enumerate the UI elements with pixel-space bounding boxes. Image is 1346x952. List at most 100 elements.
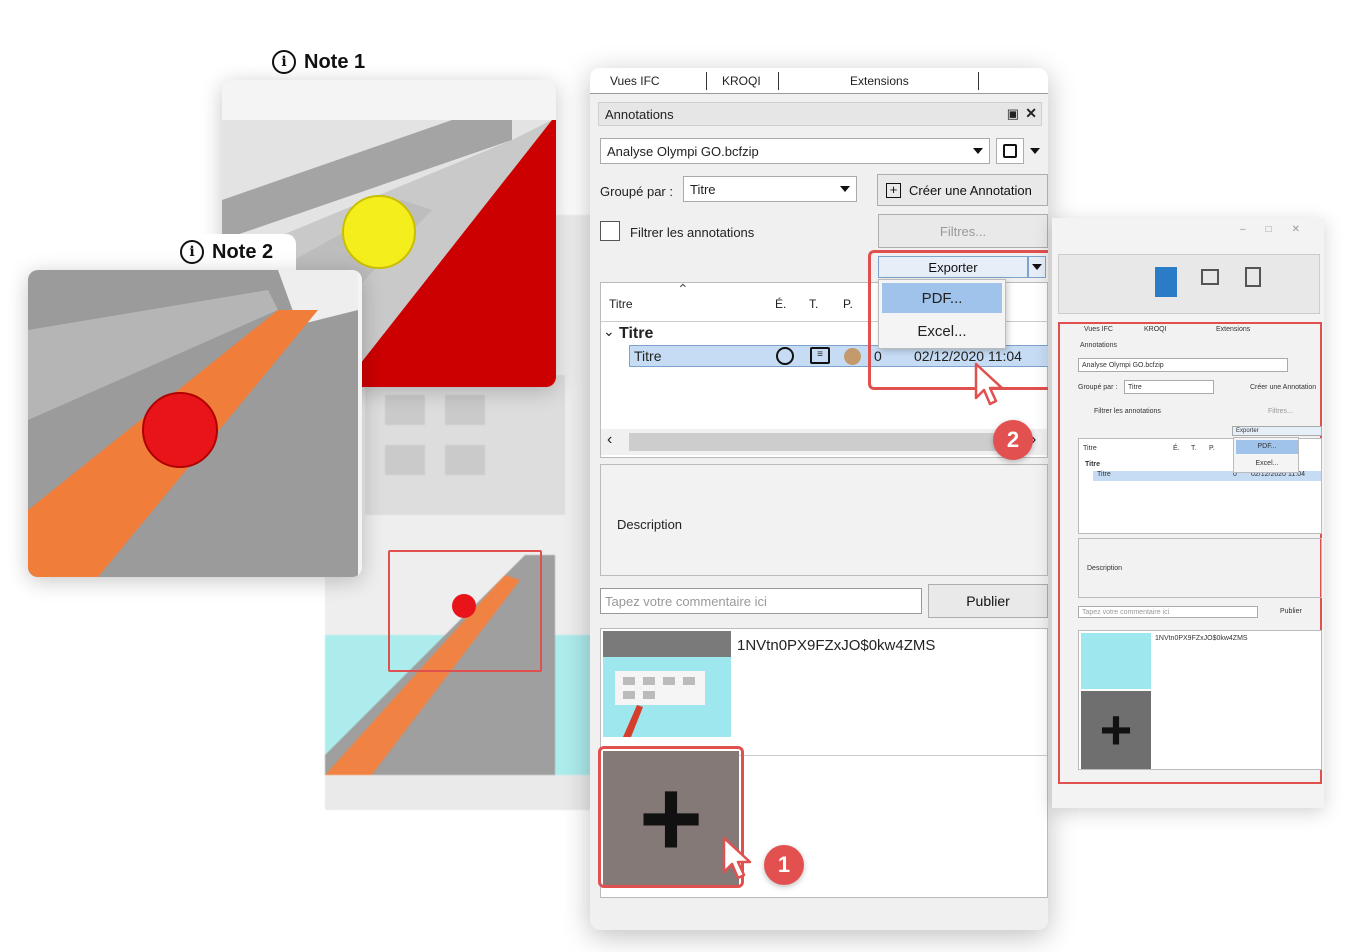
group-by-select[interactable]: Titre <box>683 176 857 202</box>
mini-row-title: Titre <box>1097 471 1111 478</box>
mini-export-pdf-label: PDF... <box>1257 443 1277 450</box>
mini-column-etat: É. <box>1173 445 1180 452</box>
mini-ribbon-icon <box>1201 269 1219 285</box>
focus-marker <box>452 594 476 618</box>
mini-export-pdf: PDF... <box>1236 440 1298 454</box>
mini-panel-title: Annotations <box>1080 342 1117 349</box>
snapshot-id: 1NVtn0PX9FZxJO$0kw4ZMS <box>737 637 936 654</box>
description-label: Description <box>617 517 683 532</box>
mini-window-controls: –□✕ <box>1240 224 1320 235</box>
horizontal-scrollbar[interactable]: ‹ › <box>601 429 1047 455</box>
note-1-label: Note 1 <box>304 50 366 73</box>
sort-indicator-icon: ⌃ <box>677 281 689 297</box>
column-header-etat[interactable]: É. <box>775 297 786 311</box>
mini-group-by-value: Titre <box>1128 383 1142 391</box>
mini-snapshot-id: 1NVtn0PX9FZxJO$0kw4ZMS <box>1155 635 1248 642</box>
mini-group-by-label: Groupé par : <box>1078 384 1118 391</box>
create-annotation-button[interactable]: + Créer une Annotation <box>877 174 1048 206</box>
scroll-left-icon[interactable]: ‹ <box>607 431 612 449</box>
info-icon: i <box>180 240 204 264</box>
mini-column-titre: Titre <box>1083 445 1097 452</box>
save-button[interactable] <box>996 138 1024 164</box>
group-row-label: Titre <box>619 325 654 342</box>
mini-create-annotation: Créer une Annotation <box>1250 384 1317 391</box>
mini-tab-vues-ifc: Vues IFC <box>1084 326 1113 333</box>
tab-separator <box>706 72 707 90</box>
mini-snapshot-thumbnail <box>1081 633 1151 689</box>
mini-export-excel-label: Excel... <box>1255 460 1279 467</box>
mini-bcf-file-select: Analyse Olympi GO.bcfzip <box>1078 358 1288 372</box>
panel-title: Annotations <box>605 106 674 122</box>
note-2-card[interactable] <box>28 270 362 577</box>
group-expand-icon[interactable]: ⌄ <box>603 323 615 340</box>
publish-button[interactable]: Publier <box>928 584 1048 618</box>
note-1-tab[interactable]: i Note 1 <box>258 44 388 80</box>
mini-group-row: Titre <box>1085 461 1101 468</box>
mini-ribbon-icon <box>1155 267 1177 297</box>
description-area[interactable]: Description <box>600 464 1048 576</box>
status-open-icon <box>776 347 794 365</box>
close-icon[interactable]: ✕ <box>1025 105 1037 122</box>
mini-annotations-list: Titre É. T. P. Titre Titre 0 02/12/2020 … <box>1078 437 1322 534</box>
mini-ribbon <box>1058 254 1320 314</box>
step-badge-2: 2 <box>993 420 1033 460</box>
mini-snapshot-area: 1NVtn0PX9FZxJO$0kw4ZMS + <box>1078 630 1322 770</box>
note-2-view <box>28 270 362 577</box>
mini-bcf-file-value: Analyse Olympi GO.bcfzip <box>1082 361 1164 369</box>
mini-description-area: Description <box>1078 538 1322 598</box>
info-icon: i <box>272 50 296 74</box>
miniature-window: –□✕ Vues IFC KROQI Extensions Annotation… <box>1052 218 1324 808</box>
group-by-value: Titre <box>690 181 716 197</box>
restore-icon[interactable]: ▣ <box>1007 106 1019 122</box>
note-1-marker <box>342 195 416 269</box>
tab-kroqi[interactable]: KROQI <box>722 74 761 88</box>
filters-button-label: Filtres... <box>939 223 987 239</box>
note-2-label: Note 2 <box>212 240 274 263</box>
export-highlight-box <box>868 250 1048 390</box>
tab-separator <box>778 72 779 90</box>
bcf-file-value: Analyse Olympi GO.bcfzip <box>607 143 759 159</box>
mini-add-snapshot: + <box>1081 691 1151 769</box>
save-dropdown-arrow[interactable] <box>1030 148 1040 154</box>
comment-icon: ≡ <box>810 347 830 364</box>
scrollbar-thumb[interactable] <box>629 433 1025 451</box>
annotations-panel: Vues IFC KROQI Extensions Annotations ▣ … <box>590 68 1048 930</box>
mini-column-type: T. <box>1191 445 1197 452</box>
mini-panel: Vues IFC KROQI Extensions Annotations An… <box>1058 322 1322 784</box>
bcf-file-select[interactable]: Analyse Olympi GO.bcfzip <box>600 138 990 164</box>
tab-separator <box>978 72 979 90</box>
mini-tab-extensions: Extensions <box>1216 326 1251 333</box>
panel-tabstrip: Vues IFC KROQI Extensions <box>590 68 1048 94</box>
snapshot-divider <box>731 755 1047 756</box>
mini-tab-kroqi: KROQI <box>1144 326 1167 333</box>
filter-checkbox[interactable] <box>600 221 620 241</box>
create-annotation-label: Créer une Annotation <box>909 182 1032 198</box>
mini-ribbon-icon <box>1245 267 1261 287</box>
comment-input[interactable]: Tapez votre commentaire ici <box>600 588 922 614</box>
column-header-titre[interactable]: Titre <box>609 297 633 311</box>
mini-filter-checkbox-label: Filtrer les annotations <box>1094 408 1161 415</box>
mini-export-menu: PDF... Excel... <box>1233 437 1299 473</box>
group-by-label: Groupé par : <box>600 184 673 199</box>
snapshot-image <box>603 631 731 737</box>
tab-vues-ifc[interactable]: Vues IFC <box>610 74 660 88</box>
cursor-pointer-icon <box>974 362 1004 406</box>
add-box-icon: + <box>886 182 901 198</box>
filters-button[interactable]: Filtres... <box>878 214 1048 248</box>
column-header-type[interactable]: T. <box>809 297 818 311</box>
chevron-down-icon <box>973 148 983 154</box>
panel-titlebar: Annotations ▣ ✕ <box>598 102 1042 126</box>
save-icon <box>1003 144 1017 158</box>
tab-extensions[interactable]: Extensions <box>850 74 909 88</box>
step-badge-1: 1 <box>764 845 804 885</box>
snapshot-thumbnail[interactable] <box>603 631 731 737</box>
note-2-tab[interactable]: i Note 2 <box>166 234 296 270</box>
mini-publish-button: Publier <box>1280 608 1302 615</box>
mini-group-by-select: Titre <box>1124 380 1214 394</box>
mini-export-excel: Excel... <box>1236 457 1298 471</box>
chevron-down-icon <box>840 186 850 192</box>
mini-description-label: Description <box>1087 565 1123 572</box>
comment-placeholder: Tapez votre commentaire ici <box>605 593 767 609</box>
cursor-pointer-icon <box>722 836 752 880</box>
column-header-priorite[interactable]: P. <box>843 297 853 311</box>
